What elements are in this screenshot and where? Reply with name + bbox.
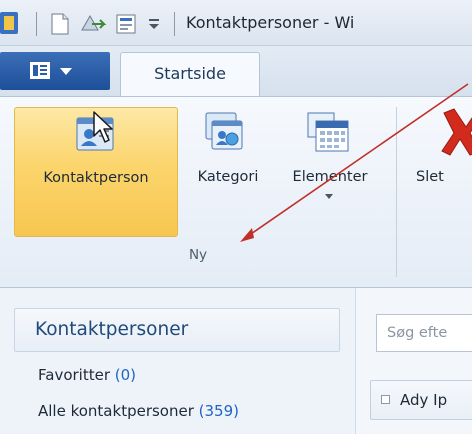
- nav-item-count: (359): [198, 402, 239, 420]
- nav-item-label: Favoritter: [38, 366, 115, 384]
- dropdown-arrow-icon: [325, 194, 333, 199]
- navigation-pane: Kontaktpersoner Favoritter (0) Alle kont…: [0, 288, 355, 434]
- calendar-items-icon: [307, 112, 349, 152]
- nav-item-all-contacts[interactable]: Alle kontaktpersoner (359): [38, 402, 239, 420]
- app-icon[interactable]: [0, 10, 22, 36]
- delete-x-icon: [441, 108, 472, 156]
- nav-item-label: Alle kontaktpersoner: [38, 402, 199, 420]
- ribbon-group-new-label: Ny: [188, 247, 208, 263]
- nav-header-contacts[interactable]: Kontaktpersoner: [14, 308, 340, 352]
- title-separator: [174, 12, 175, 36]
- tab-startside[interactable]: Startside: [120, 52, 260, 96]
- file-menu-button[interactable]: [0, 52, 110, 90]
- customize-qat-icon[interactable]: [146, 16, 162, 32]
- delete-button[interactable]: Slet: [404, 107, 472, 277]
- new-category-label: Kategori: [197, 169, 259, 185]
- new-item-icon[interactable]: [48, 12, 72, 36]
- delete-label: Slet: [416, 169, 444, 185]
- properties-icon[interactable]: [114, 12, 140, 36]
- mouse-pointer-icon: [93, 111, 113, 143]
- checkbox-icon[interactable]: [381, 395, 390, 404]
- qat-separator: [36, 12, 37, 36]
- contact-list-area: Søg efte Ady Ip: [355, 288, 472, 434]
- nav-item-count: (0): [114, 366, 137, 384]
- new-contact-label: Kontaktperson: [43, 170, 149, 186]
- ribbon-tab-row: Startside: [0, 46, 472, 96]
- new-contact-button[interactable]: Kontaktperson: [14, 107, 178, 237]
- contact-name: Ady Ip: [400, 391, 448, 409]
- group-separator: [396, 107, 397, 277]
- new-items-label: Elementer: [292, 169, 368, 185]
- send-receive-icon[interactable]: [80, 12, 108, 36]
- window-title: Kontaktpersoner - Wi: [186, 13, 355, 32]
- file-menu-icon: [30, 62, 72, 79]
- list-item[interactable]: Ady Ip: [370, 380, 472, 420]
- nav-item-favorites[interactable]: Favoritter (0): [38, 366, 136, 384]
- title-bar: Kontaktpersoner - Wi: [0, 0, 472, 46]
- contact-group-icon: [205, 112, 243, 150]
- ribbon: Kontaktperson Kategori Elementer Slet Ny: [0, 96, 472, 288]
- search-input[interactable]: Søg efte: [376, 314, 472, 352]
